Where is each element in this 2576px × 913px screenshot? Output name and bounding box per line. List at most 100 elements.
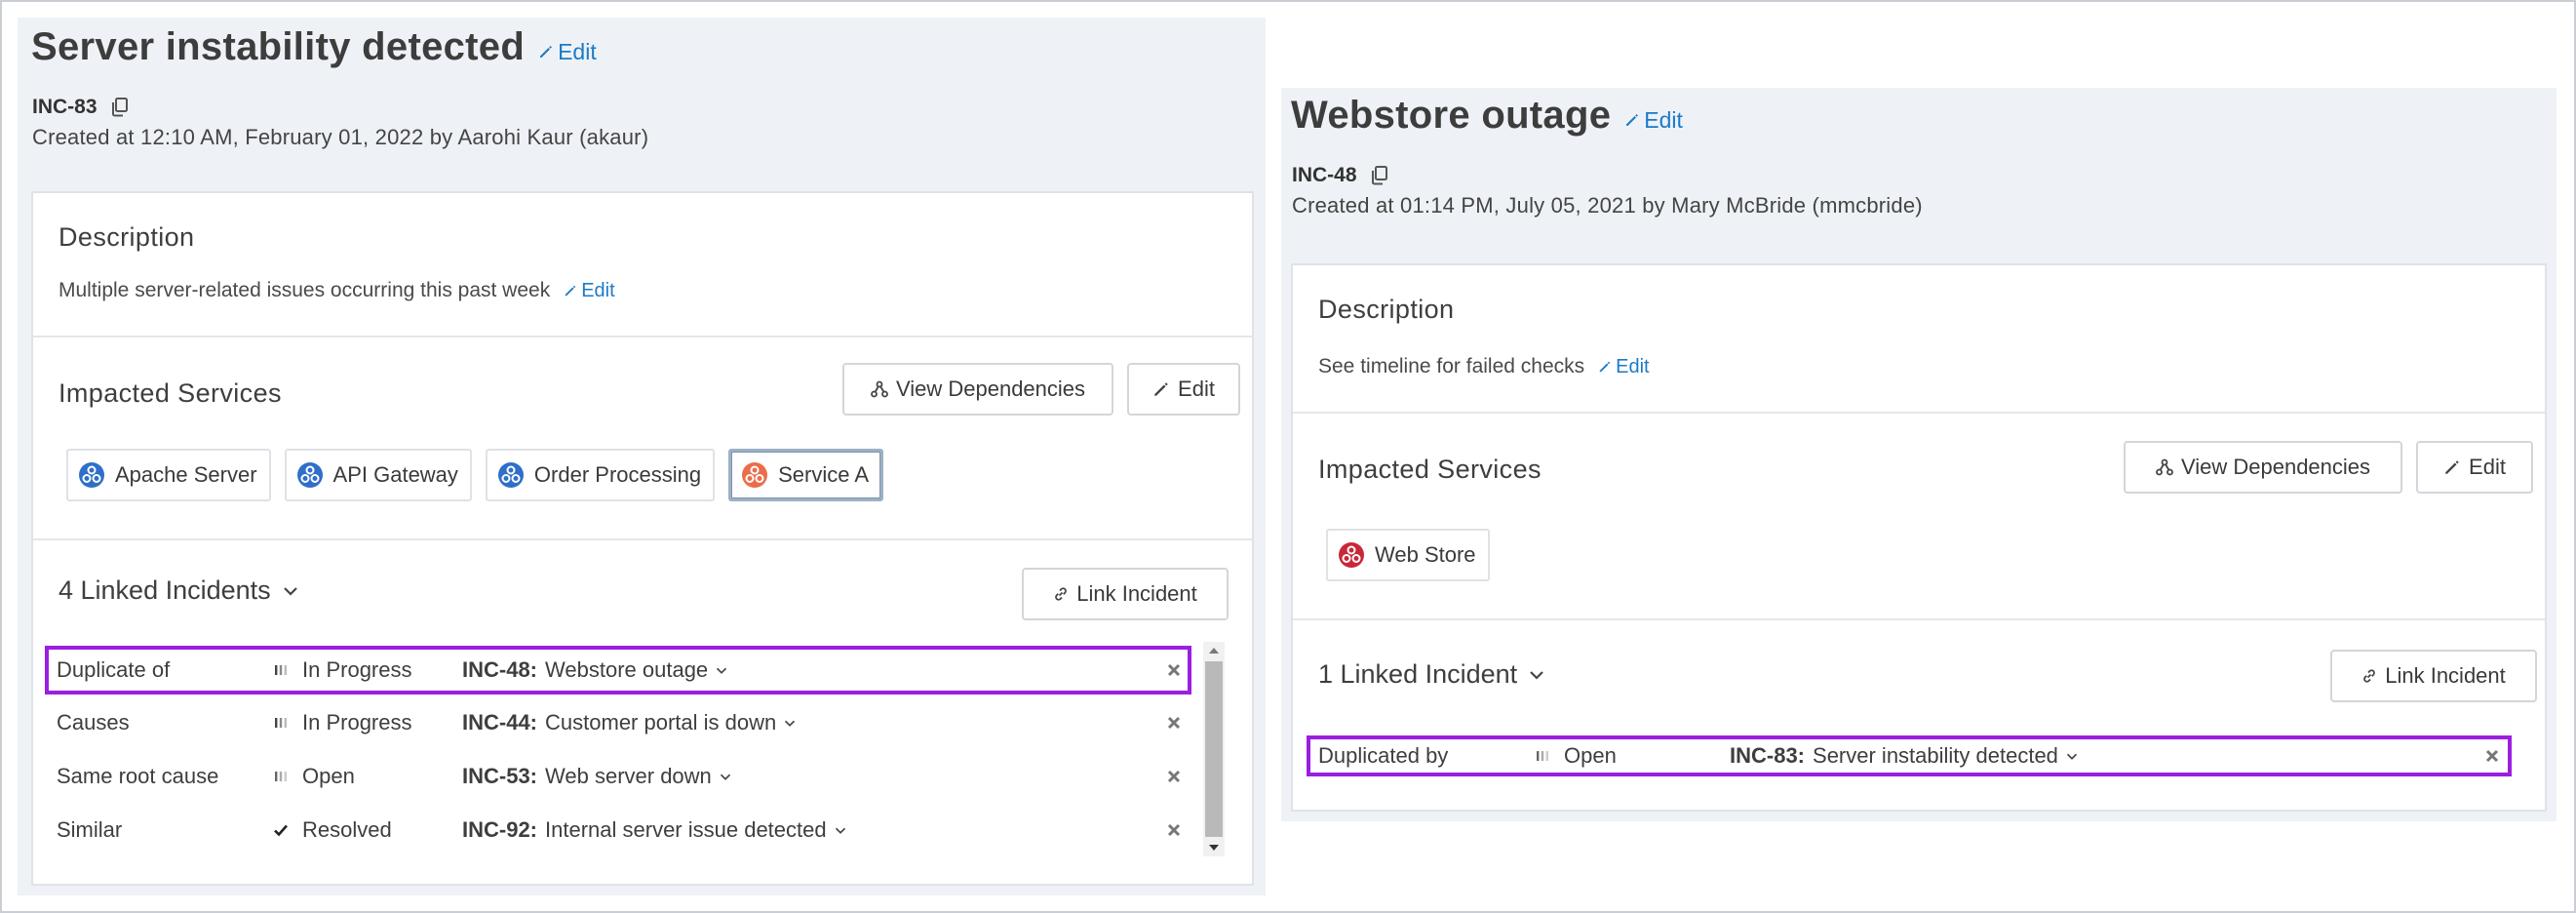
open-status-icon [1535,748,1550,764]
pencil-icon [2443,458,2461,476]
service-chip[interactable]: Apache Server [66,449,271,501]
linked-incidents-scrollbar[interactable] [1203,642,1225,856]
title-edit-label: Edit [558,38,597,64]
checkmark-icon [273,822,289,838]
incident-id-row: INC-48 [1292,164,1388,187]
incident-card: Description See timeline for failed chec… [1291,263,2547,812]
remove-link-icon[interactable] [1166,822,1182,838]
linked-incidents-list: Duplicate of In Progress INC-48: Webstor… [45,646,1195,860]
incident-id: INC-48 [1292,164,1357,186]
created-info: Created at 12:10 AM, February 01, 2022 b… [32,125,649,149]
link-incident-button[interactable]: Link Incident [1022,568,1229,620]
remove-link-icon[interactable] [1166,662,1182,678]
linked-incident-row[interactable]: Causes In Progress INC-44: Customer port… [45,698,1191,747]
service-chips: Web Store [1326,529,1490,581]
chevron-down-icon [1529,669,1544,681]
service-name: Service A [778,462,870,487]
linked-incidents-section: 4 Linked Incidents Link Incident Duplica… [33,540,1252,884]
chevron-down-icon [835,826,846,835]
link-incident-label: Link Incident [2385,663,2506,688]
service-chip[interactable]: Order Processing [485,449,716,501]
link-incident-button[interactable]: Link Incident [2330,650,2537,702]
incident-name: Customer portal is down [545,710,777,734]
incident-ref[interactable]: INC-83: Server instability detected [1730,743,2078,769]
linked-incident-row[interactable]: Similar Resolved INC-92: Internal server… [45,806,1191,854]
service-name: Web Store [1375,542,1476,567]
description-text: See timeline for failed checks [1318,355,1585,377]
impacted-services-heading: Impacted Services [1318,455,1542,484]
incident-ref[interactable]: INC-53: Web server down [462,764,731,789]
linked-incidents-toggle[interactable]: 4 Linked Incidents [59,576,298,606]
incident-id-row: INC-83 [32,96,129,119]
impacted-edit-label: Edit [2469,455,2506,479]
service-icon [1338,541,1365,569]
service-name: API Gateway [332,462,458,487]
chevron-down-icon [784,719,796,728]
incident-ref[interactable]: INC-92: Internal server issue detected [462,817,846,843]
description-edit-label: Edit [1616,355,1650,377]
impacted-edit-label: Edit [1178,377,1215,401]
copy-icon[interactable] [111,98,129,117]
linked-incident-row-selected[interactable]: Duplicate of In Progress INC-48: Webstor… [45,646,1191,695]
status-text: In Progress [302,710,412,734]
title-edit-link[interactable]: Edit [1624,107,1683,134]
incident-ref[interactable]: INC-44: Customer portal is down [462,710,796,735]
incident-id: INC-83 [32,96,98,118]
scroll-down-icon[interactable] [1207,843,1221,853]
view-dependencies-button[interactable]: View Dependencies [842,363,1113,416]
pencil-icon [1624,112,1640,128]
linked-incidents-toggle[interactable]: 1 Linked Incident [1318,659,1544,690]
open-status-icon [273,769,289,784]
incident-ref[interactable]: INC-48: Webstore outage [462,657,727,683]
title-edit-label: Edit [1644,106,1683,133]
incident-key: INC-83: [1730,743,1806,768]
service-icon [741,461,768,489]
incident-panel-right: Webstore outage Edit INC-48 Created at 0… [1281,88,2556,821]
link-icon [1053,586,1069,602]
page-title: Webstore outage [1291,94,1612,137]
description-section: Description See timeline for failed chec… [1293,265,2545,414]
chevron-down-icon [283,585,298,597]
impacted-edit-button[interactable]: Edit [2416,441,2533,494]
scrollbar-thumb[interactable] [1205,661,1223,837]
status-text: Resolved [302,817,392,842]
scroll-up-icon[interactable] [1207,646,1221,655]
linked-incident-row-selected[interactable]: Duplicated by Open INC-83: Server instab… [1307,735,2512,776]
linked-incident-row[interactable]: Same root cause Open INC-53: Web server … [45,752,1191,801]
status-text: Open [302,764,355,788]
description-row: Multiple server-related issues occurring… [59,279,615,302]
copy-icon[interactable] [1371,166,1388,185]
remove-link-icon[interactable] [1166,769,1182,784]
description-edit-link[interactable]: Edit [564,279,615,302]
link-incident-label: Link Incident [1076,581,1197,606]
remove-link-icon[interactable] [1166,715,1182,731]
incident-name: Internal server issue detected [545,817,827,842]
relation-label: Similar [57,817,123,842]
pencil-icon [1598,360,1612,374]
service-icon [296,461,324,489]
status-text: Open [1564,743,1617,768]
title-edit-link[interactable]: Edit [538,39,597,65]
service-chips: Apache Server API Gateway Order Processi… [66,449,884,501]
incident-panel-left: Server instability detected Edit INC-83 … [18,18,1266,895]
service-chip-selected[interactable]: Service A [728,449,884,501]
title-row: Webstore outage Edit [1291,94,1683,138]
description-edit-link[interactable]: Edit [1598,355,1650,378]
incident-name: Server instability detected [1813,743,2058,768]
chevron-down-icon [716,666,727,675]
chevron-down-icon [2066,752,2078,761]
service-icon [497,461,525,489]
description-edit-label: Edit [581,279,615,301]
description-section: Description Multiple server-related issu… [33,193,1252,337]
created-info: Created at 01:14 PM, July 05, 2021 by Ma… [1292,193,1923,218]
view-dependencies-button[interactable]: View Dependencies [2124,441,2402,494]
service-name: Apache Server [115,462,257,487]
service-chip[interactable]: API Gateway [284,449,472,501]
impacted-edit-button[interactable]: Edit [1127,363,1240,416]
remove-link-icon[interactable] [2484,748,2500,764]
incident-card: Description Multiple server-related issu… [31,191,1254,886]
service-chip[interactable]: Web Store [1326,529,1490,581]
link-icon [2361,668,2377,684]
relation-label: Duplicated by [1318,743,1449,768]
linked-incidents-list: Duplicated by Open INC-83: Server instab… [1307,735,2512,780]
